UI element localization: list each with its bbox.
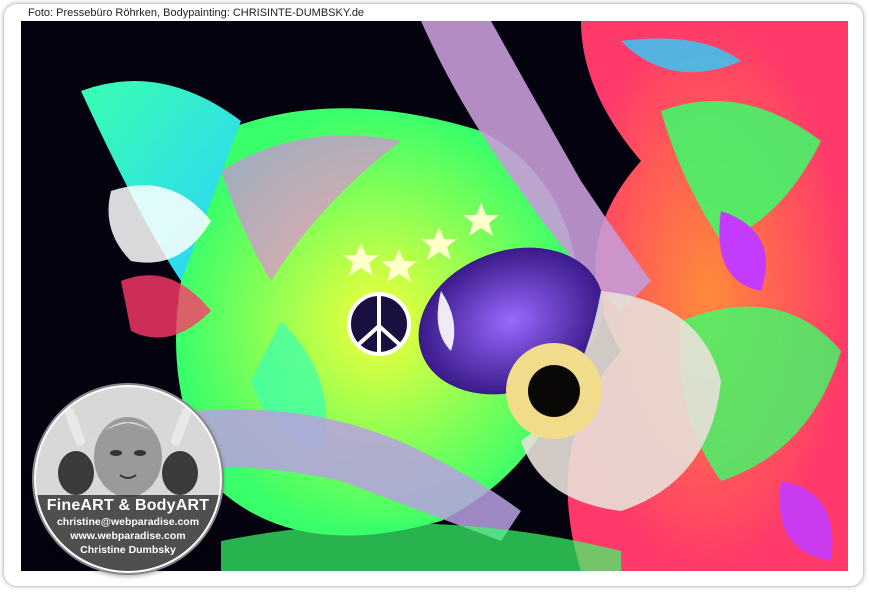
badge-website: www.webparadise.com — [70, 530, 186, 542]
peace-symbol — [347, 292, 411, 356]
badge-email: christine@webparadise.com — [56, 516, 200, 528]
sunflower — [506, 343, 602, 439]
artist-badge: FineART & BodyART christine@webparadise.… — [34, 385, 222, 573]
badge-title: FineART & BodyART — [46, 497, 210, 514]
photo-credit: Foto: Pressebüro Röhrken, Bodypainting: … — [28, 7, 365, 19]
badge-artist-name: Christine Dumbsky — [80, 544, 176, 556]
